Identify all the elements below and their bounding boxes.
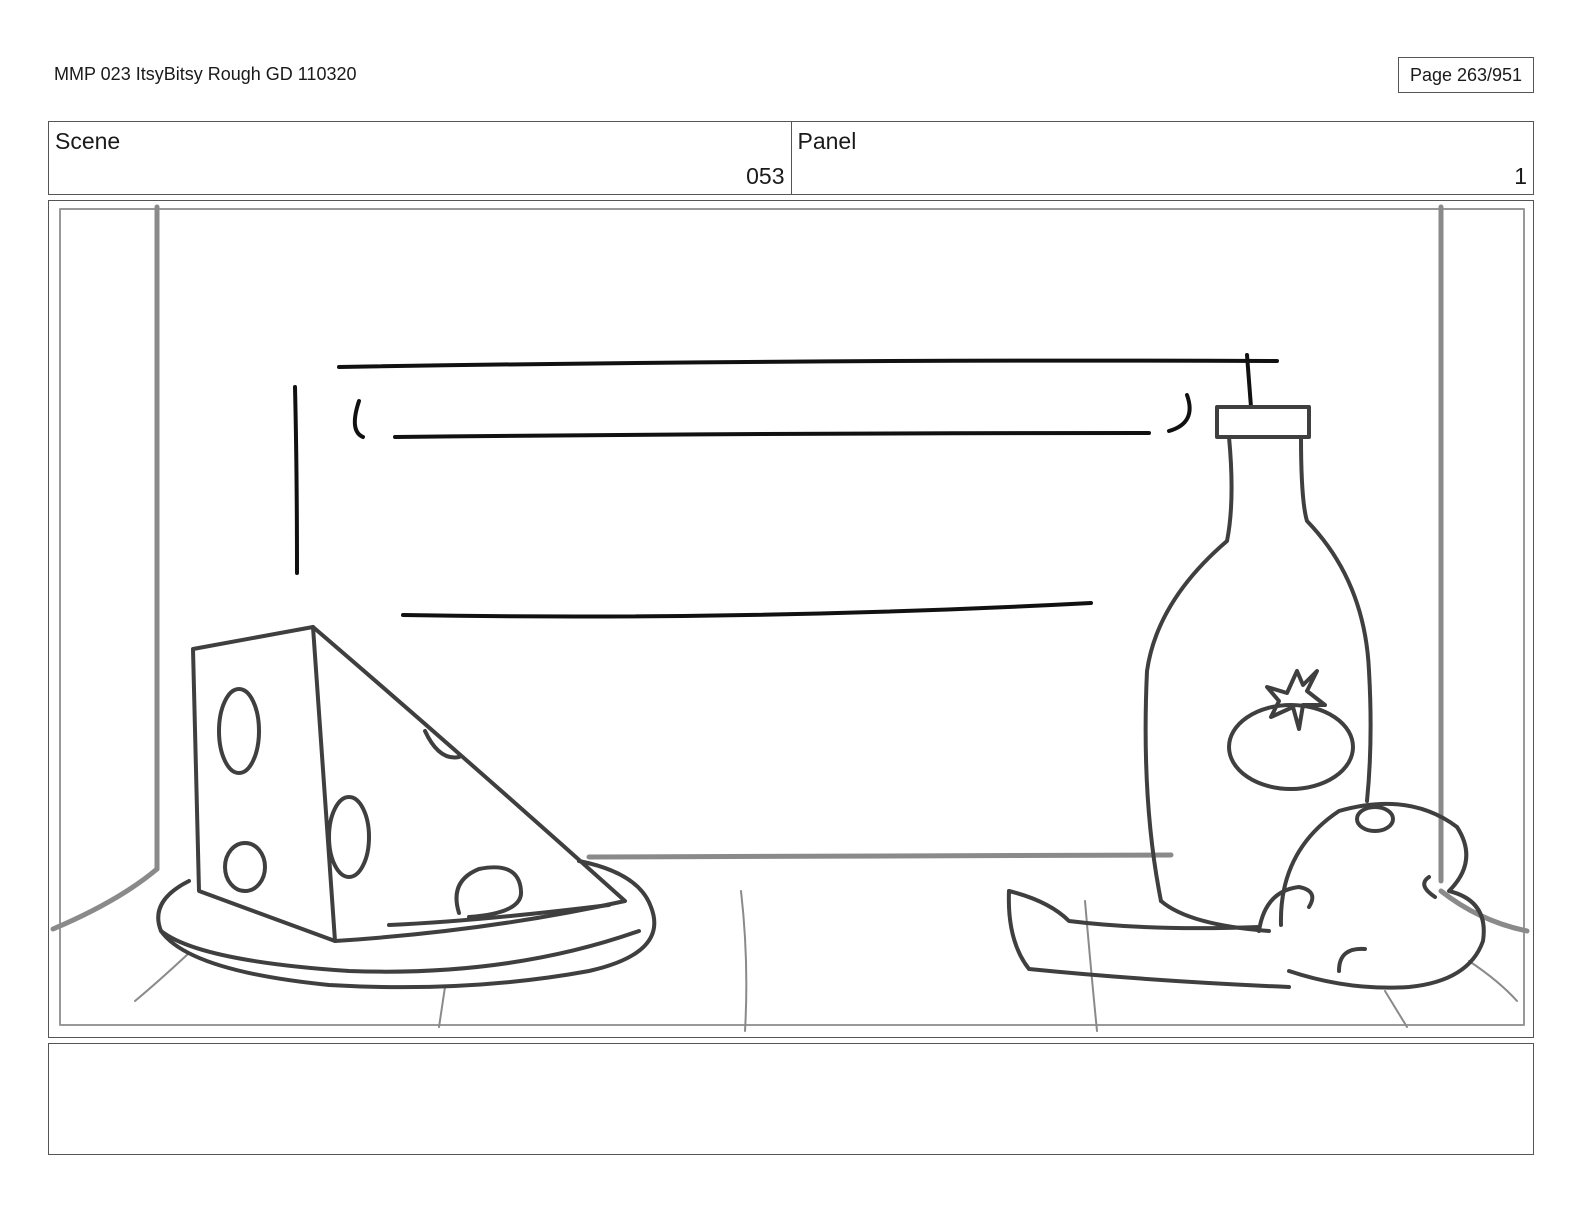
panel-number: 1: [1514, 163, 1527, 189]
floor-lines: [134, 890, 1518, 1032]
ketchup-bottle-drawing: [1143, 405, 1373, 933]
hand-drawing: [1006, 801, 1486, 990]
panel-label: Panel: [797, 128, 857, 154]
scene-number: 053: [746, 163, 785, 189]
document-title: MMP 023 ItsyBitsy Rough GD 110320: [54, 64, 357, 84]
scene-panel-header: Scene 053 Panel 1: [48, 121, 1534, 195]
page-number: Page 263/951: [1398, 57, 1534, 93]
cheese-hole: [454, 865, 524, 919]
safe-frame: [59, 208, 1525, 1026]
knuckle: [1355, 805, 1395, 833]
tomato-label-icon: [1227, 703, 1355, 791]
panel-cell: Panel 1: [790, 122, 1534, 194]
cheese-hole: [217, 687, 261, 775]
scene-cell: Scene 053: [49, 122, 791, 194]
storyboard-sketch: [50, 204, 1530, 1032]
cheese-plate-drawing: [156, 625, 657, 990]
background-lines: [50, 204, 1530, 934]
shelf-lines: [293, 353, 1279, 619]
cheese-hole: [423, 729, 461, 760]
cheese-hole: [223, 841, 267, 893]
storyboard-panel: [48, 200, 1534, 1038]
scene-label: Scene: [55, 128, 121, 154]
cheese-hole: [327, 795, 371, 879]
panel-notes: [48, 1043, 1534, 1155]
